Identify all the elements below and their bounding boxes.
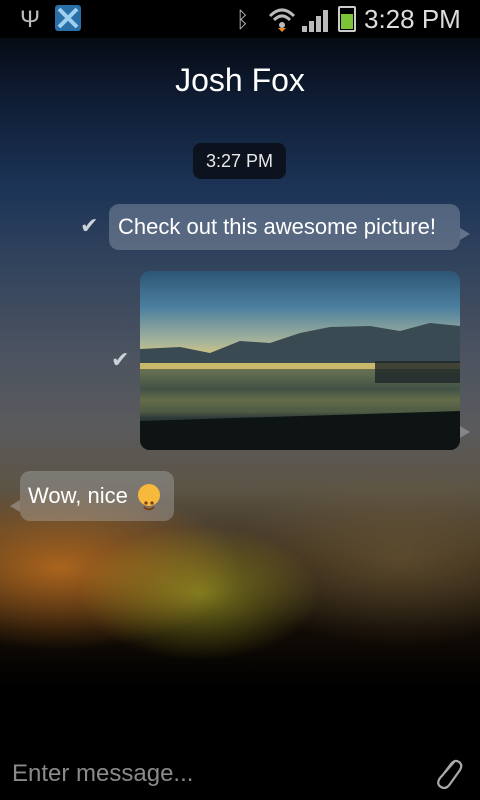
wifi-icon bbox=[268, 6, 296, 37]
contact-name[interactable]: Josh Fox bbox=[0, 62, 480, 99]
bluetooth-icon: ᛒ bbox=[236, 7, 250, 32]
message-input[interactable] bbox=[10, 756, 414, 792]
incoming-message-bubble[interactable]: Wow, nice bbox=[20, 471, 174, 521]
delivered-check-icon: ✔ bbox=[111, 347, 130, 372]
bubble-tail bbox=[460, 228, 470, 240]
app-notification-icon bbox=[55, 5, 81, 31]
status-time: 3:28 PM bbox=[364, 4, 461, 34]
smiling-face-icon bbox=[137, 484, 160, 511]
message-timestamp: 3:27 PM bbox=[193, 143, 286, 179]
message-composer bbox=[0, 746, 480, 800]
lake-landscape-photo bbox=[140, 323, 460, 450]
message-text: Wow, nice bbox=[28, 483, 128, 508]
paperclip-icon[interactable] bbox=[432, 756, 464, 790]
message-text: Check out this awesome picture! bbox=[118, 214, 436, 239]
battery-charging-icon bbox=[338, 6, 356, 32]
status-bar: Ψ ᛒ 3:28 PM bbox=[0, 0, 480, 38]
usb-icon: Ψ bbox=[20, 6, 41, 33]
outgoing-message-bubble[interactable]: Check out this awesome picture! bbox=[109, 204, 460, 250]
delivered-check-icon: ✔ bbox=[80, 213, 99, 238]
image-message[interactable] bbox=[140, 271, 460, 450]
bubble-tail bbox=[10, 500, 20, 512]
signal-icon bbox=[302, 8, 332, 37]
bubble-tail bbox=[460, 426, 470, 438]
